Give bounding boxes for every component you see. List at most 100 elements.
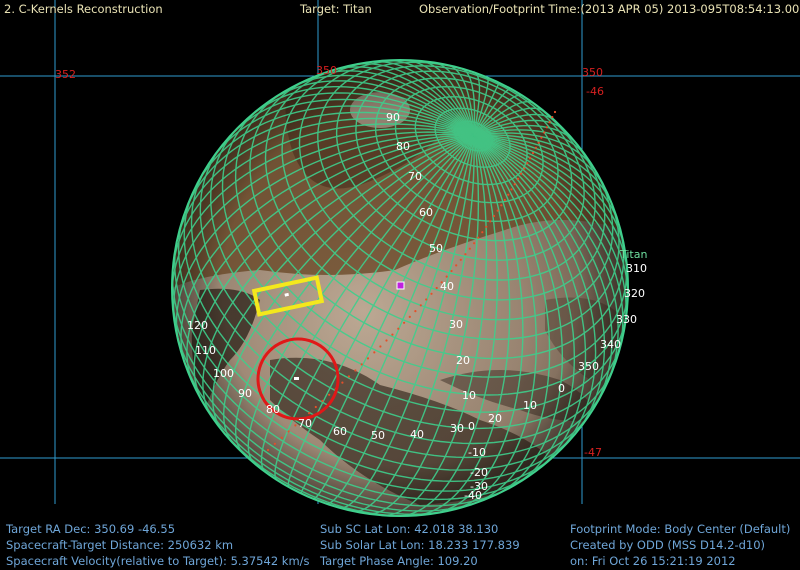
track-dot — [341, 381, 344, 384]
lon-label: 0 — [558, 382, 565, 395]
track-dot — [500, 204, 503, 207]
track-dot — [280, 436, 283, 439]
track-dot — [496, 209, 499, 212]
track-dot — [266, 448, 270, 452]
track-dot — [459, 258, 462, 261]
track-dot — [477, 236, 480, 239]
created-on: on: Fri Oct 26 15:21:19 2012 — [570, 554, 736, 568]
track-dot — [523, 167, 526, 170]
track-dot — [537, 141, 540, 144]
track-dot — [481, 231, 484, 234]
target-phase-angle: Target Phase Angle: 109.20 — [320, 554, 478, 568]
spacecraft-target-distance: Spacecraft-Target Distance: 250632 km — [6, 538, 234, 552]
lat-label: 90 — [386, 111, 400, 124]
track-dot — [373, 351, 376, 354]
track-dot — [321, 399, 324, 402]
observation-time: Observation/Footprint Time:(2013 APR 05)… — [419, 2, 800, 16]
track-dot — [403, 321, 406, 324]
lat-label: 80 — [396, 140, 410, 153]
track-dot — [551, 116, 554, 119]
track-dot — [328, 393, 331, 396]
target-ra-dec: Target RA Dec: 350.69 -46.55 — [6, 522, 176, 536]
lon-label: 20 — [488, 412, 502, 425]
lon-label: 310 — [626, 262, 647, 275]
sub-spacecraft-marker — [396, 281, 405, 290]
target-name: Target: Titan — [300, 2, 372, 16]
track-dot — [540, 136, 543, 139]
track-dot — [391, 333, 394, 336]
lat-label: -40 — [464, 489, 482, 502]
info-panel-right: Footprint Mode: Body Center (Default) Cr… — [570, 521, 790, 569]
lon-label: 350 — [578, 360, 599, 373]
track-dot — [485, 225, 488, 228]
track-dot — [294, 424, 297, 427]
track-dot — [425, 298, 428, 301]
track-dot — [385, 339, 388, 342]
track-dot — [360, 363, 363, 366]
track-dot — [308, 412, 311, 415]
lon-label: 60 — [333, 425, 347, 438]
lon-label: 30 — [450, 422, 464, 435]
lat-label: 30 — [449, 318, 463, 331]
lon-label: 110 — [195, 344, 216, 357]
lon-label: 100 — [213, 367, 234, 380]
track-dot — [314, 405, 317, 409]
track-dot — [430, 292, 433, 295]
track-dot — [419, 304, 422, 307]
lon-label: 10 — [523, 399, 537, 412]
body-label: Titan — [619, 248, 647, 261]
track-dot — [435, 286, 438, 290]
track-dot — [489, 220, 492, 223]
ra-label-352: 352 — [55, 68, 76, 81]
lon-label: 320 — [624, 287, 645, 300]
track-dot — [520, 172, 523, 175]
track-dot — [397, 327, 400, 330]
track-dot — [553, 110, 557, 114]
lat-label: 60 — [419, 206, 433, 219]
sky-view-canvas: 352 350 350 -46 -47 Titan 90 80 70 60 50… — [0, 0, 800, 517]
info-panel-middle: Sub SC Lat Lon: 42.018 38.130 Sub Solar … — [320, 521, 520, 569]
track-dot — [529, 157, 532, 160]
sub-solar-lat-lon: Sub Solar Lat Lon: 18.233 177.839 — [320, 538, 520, 552]
track-dot — [526, 162, 529, 165]
track-dot — [531, 151, 535, 155]
info-panel-left: Target RA Dec: 350.69 -46.55 Spacecraft-… — [6, 521, 310, 569]
spacecraft-velocity: Spacecraft Velocity(relative to Target):… — [6, 554, 310, 568]
lat-label: -10 — [468, 446, 486, 459]
ra-label-350-left: 350 — [316, 64, 337, 77]
track-dot — [516, 177, 520, 180]
track-dot — [455, 264, 458, 267]
lat-label: 10 — [462, 389, 476, 402]
dec-label-46: -46 — [586, 85, 604, 98]
lat-label: 0 — [468, 420, 475, 433]
sub-sc-lat-lon: Sub SC Lat Lon: 42.018 38.130 — [320, 522, 499, 536]
track-dot — [473, 242, 476, 245]
lat-label: -20 — [470, 466, 488, 479]
lon-label: 120 — [187, 319, 208, 332]
lon-label: 90 — [238, 387, 252, 400]
lon-label: 50 — [371, 429, 385, 442]
track-dot — [492, 214, 496, 218]
track-dot — [534, 146, 538, 149]
track-dot — [543, 131, 546, 134]
lat-label: 70 — [408, 170, 422, 183]
track-dot — [513, 183, 516, 186]
track-dot — [445, 275, 448, 278]
lon-label: 330 — [616, 313, 637, 326]
track-dot — [354, 369, 357, 372]
track-dot — [273, 442, 276, 445]
lat-label: 50 — [429, 242, 443, 255]
track-dot — [379, 345, 382, 348]
track-dot — [548, 121, 551, 124]
track-dot — [347, 375, 350, 378]
track-dot — [545, 126, 549, 129]
track-dot — [468, 247, 471, 250]
track-dot — [450, 269, 453, 273]
track-dot — [287, 430, 290, 433]
lon-label: 40 — [410, 428, 424, 441]
track-dot — [503, 198, 506, 202]
created-by: Created by ODD (MSS D14.2-d10) — [570, 538, 766, 552]
track-dot — [507, 193, 510, 196]
track-dot — [510, 188, 513, 191]
ra-label-350-right: 350 — [582, 66, 603, 79]
